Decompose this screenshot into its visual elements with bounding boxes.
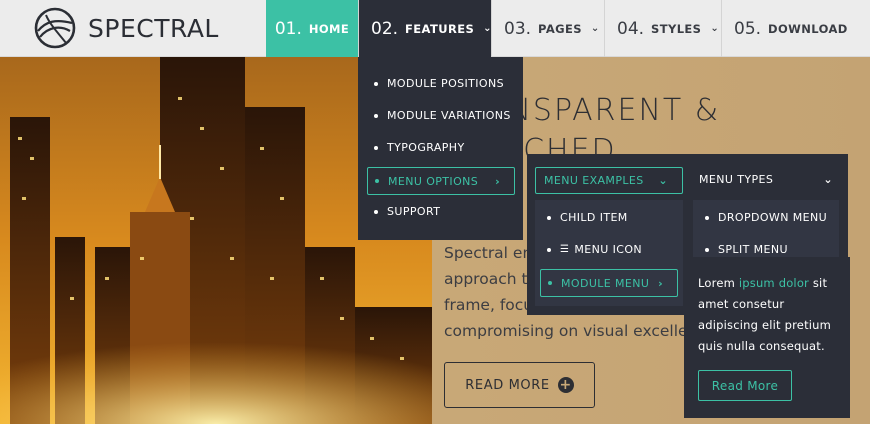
bullet-icon — [548, 281, 552, 285]
menu-item-module-menu[interactable]: MODULE MENU › — [540, 269, 678, 297]
menu-item-menu-icon[interactable]: ☰ MENU ICON — [547, 243, 642, 256]
nav-label: STYLES — [651, 21, 702, 36]
list-icon: ☰ — [560, 244, 570, 255]
nav-label: FEATURES — [405, 21, 475, 36]
menu-types-list: DROPDOWN MENU SPLIT MENU — [693, 200, 839, 262]
plus-circle-icon: + — [557, 377, 574, 393]
menu-item-child-item[interactable]: CHILD ITEM — [547, 211, 628, 224]
menu-item-split-menu[interactable]: SPLIT MENU — [705, 243, 788, 256]
brand-name: SPECTRAL — [88, 13, 219, 43]
nav-label: HOME — [308, 21, 350, 36]
features-dropdown: MODULE POSITIONS MODULE VARIATIONS TYPOG… — [358, 57, 523, 240]
chevron-down-icon: ⌄ — [823, 173, 833, 186]
column-header-label: MENU EXAMPLES — [544, 174, 644, 187]
site-header: SPECTRAL 01. HOME 02. FEATURES ⌄ 03. PAG… — [0, 0, 870, 57]
nav-num: 04. — [617, 18, 645, 39]
menu-item-dropdown-menu[interactable]: DROPDOWN MENU — [705, 211, 827, 224]
bullet-icon — [374, 145, 378, 150]
chevron-right-icon: › — [495, 174, 500, 188]
text-start: Lorem — [698, 276, 739, 290]
bullet-icon — [705, 247, 709, 252]
menu-item-label: SUPPORT — [387, 205, 441, 218]
menu-item-module-variations[interactable]: MODULE VARIATIONS — [374, 109, 511, 122]
menu-item-menu-options[interactable]: MENU OPTIONS › — [367, 167, 515, 195]
nav-num: 05. — [734, 18, 762, 39]
chevron-down-icon: ⌄ — [590, 23, 600, 34]
main-nav: 01. HOME 02. FEATURES ⌄ 03. PAGES ⌄ 04. … — [266, 0, 848, 57]
bullet-icon — [374, 209, 378, 214]
bullet-icon — [547, 247, 551, 252]
menu-item-label: CHILD ITEM — [560, 211, 628, 224]
read-more-label: READ MORE — [465, 377, 550, 393]
chevron-down-icon: ⌄ — [710, 23, 719, 34]
read-more-button[interactable]: READ MORE + — [444, 362, 595, 408]
bullet-icon — [374, 81, 378, 86]
nav-label: PAGES — [538, 21, 582, 36]
bullet-icon — [547, 215, 551, 220]
menu-examples-list: CHILD ITEM ☰ MENU ICON MODULE MENU › — [535, 200, 683, 306]
flyout-read-more-button[interactable]: Read More — [698, 370, 792, 401]
bullet-icon — [375, 179, 379, 183]
nav-num: 03. — [504, 18, 532, 39]
chevron-right-icon: › — [658, 276, 663, 290]
text-accent-link[interactable]: ipsum dolor — [739, 276, 809, 290]
menu-item-label: TYPOGRAPHY — [387, 141, 465, 154]
menu-item-label: MODULE POSITIONS — [387, 77, 504, 90]
module-menu-text: Lorem ipsum dolor sit amet consetur adip… — [698, 273, 840, 357]
menu-item-label: SPLIT MENU — [718, 243, 788, 256]
nav-item-styles[interactable]: 04. STYLES ⌄ — [604, 0, 721, 57]
module-menu-flyout: Lorem ipsum dolor sit amet consetur adip… — [684, 257, 850, 418]
menu-item-label: MODULE VARIATIONS — [387, 109, 511, 122]
bullet-icon — [705, 215, 709, 220]
nav-label: DOWNLOAD — [768, 21, 848, 36]
nav-item-home[interactable]: 01. HOME — [266, 0, 358, 57]
bullet-icon — [374, 113, 378, 118]
column-header-label: MENU TYPES — [699, 173, 774, 186]
menu-item-label: MENU OPTIONS — [388, 174, 479, 188]
nav-item-download[interactable]: 05. DOWNLOAD — [721, 0, 848, 57]
menu-item-support[interactable]: SUPPORT — [374, 205, 440, 218]
nav-item-features[interactable]: 02. FEATURES ⌄ — [358, 0, 492, 57]
nav-num: 01. — [274, 18, 302, 39]
chevron-down-icon: ⌄ — [658, 174, 668, 187]
spectral-orb-icon — [34, 7, 76, 49]
menu-item-label: MENU ICON — [574, 243, 643, 256]
logo[interactable]: SPECTRAL — [34, 7, 219, 49]
menu-item-label: DROPDOWN MENU — [718, 211, 828, 224]
menu-types-header[interactable]: MENU TYPES ⌄ — [699, 173, 839, 186]
menu-item-label: MODULE MENU — [561, 276, 650, 290]
nav-item-pages[interactable]: 03. PAGES ⌄ — [491, 0, 604, 57]
nav-num: 02. — [371, 18, 399, 39]
menu-item-module-positions[interactable]: MODULE POSITIONS — [374, 77, 504, 90]
menu-examples-header[interactable]: MENU EXAMPLES ⌄ — [535, 167, 683, 194]
menu-item-typography[interactable]: TYPOGRAPHY — [374, 141, 465, 154]
